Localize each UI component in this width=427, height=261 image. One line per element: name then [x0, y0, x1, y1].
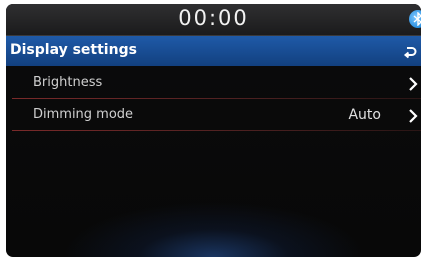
page-title: Display settings [10, 42, 137, 58]
menu-item-dimming-mode[interactable]: Dimming mode Auto [6, 99, 421, 131]
back-arrow-icon[interactable] [403, 44, 417, 59]
bluetooth-icon[interactable] [409, 10, 421, 28]
menu-item-label: Brightness [33, 75, 103, 90]
chevron-right-icon [408, 108, 418, 123]
menu-item-value: Auto [348, 107, 381, 123]
chevron-right-icon [408, 76, 418, 91]
clock: 00:00 [178, 6, 249, 30]
status-bar: 00:00 [6, 4, 421, 36]
menu-item-brightness[interactable]: Brightness [6, 67, 421, 99]
menu-item-label: Dimming mode [33, 107, 134, 122]
header-bar: Display settings [6, 36, 421, 66]
divider [12, 130, 421, 131]
display-screen: 00:00 Display settings Brightness Dimmin… [6, 4, 421, 257]
